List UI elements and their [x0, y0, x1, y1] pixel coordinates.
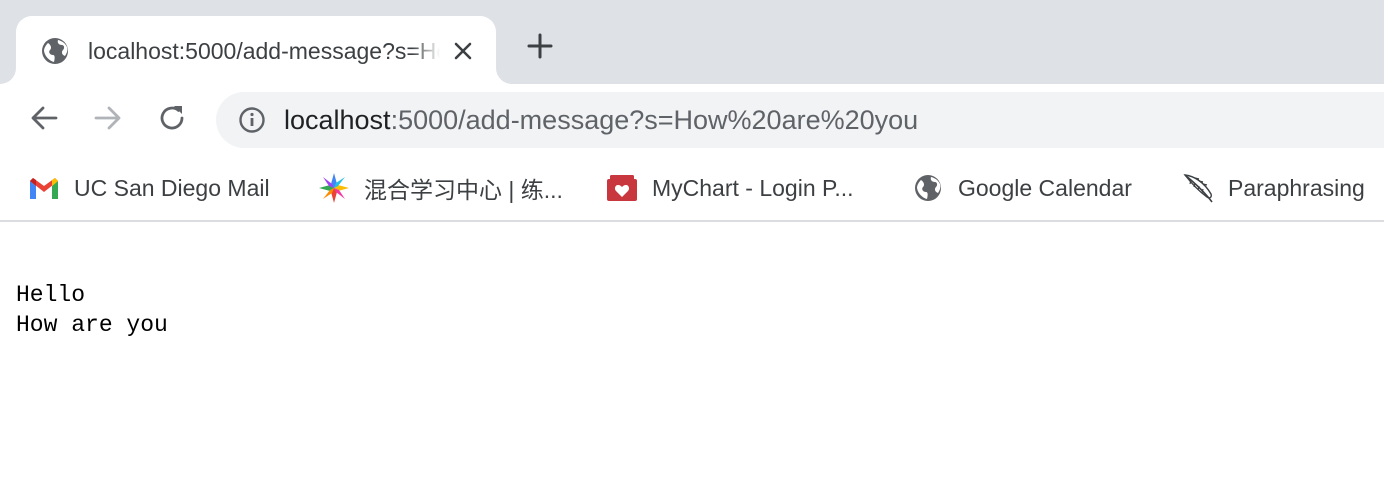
message-line: How are you — [16, 312, 168, 338]
address-bar[interactable]: localhost:5000/add-message?s=How%20are%2… — [216, 92, 1384, 148]
bookmark-label: UC San Diego Mail — [74, 174, 270, 201]
tab-strip: localhost:5000/add-message?s=How%20are%2… — [0, 0, 1384, 84]
bookmarks-bar: UC San Diego Mail 混合学习中心 | 练... MyChart … — [0, 154, 1384, 222]
new-tab-button[interactable] — [522, 30, 558, 66]
bookmark-label: MyChart - Login P... — [652, 174, 854, 201]
feather-icon — [1182, 172, 1214, 204]
reload-button[interactable] — [154, 102, 190, 138]
back-button[interactable] — [26, 102, 62, 138]
bookmark-google-calendar[interactable]: Google Calendar — [912, 170, 1132, 206]
url-text[interactable]: localhost:5000/add-message?s=How%20are%2… — [284, 102, 918, 138]
globe-icon — [40, 36, 70, 66]
gmail-icon — [28, 172, 60, 204]
arrow-left-icon — [28, 102, 60, 139]
page-content: Hello How are you — [16, 280, 168, 340]
close-icon[interactable] — [450, 38, 476, 64]
globe-icon — [912, 172, 944, 204]
bookmark-learning-center[interactable]: 混合学习中心 | 练... — [318, 170, 563, 206]
info-icon[interactable] — [238, 106, 266, 134]
url-path: :5000/add-message?s=How%20are%20you — [390, 105, 919, 135]
url-host: localhost — [284, 105, 391, 135]
browser-tab[interactable]: localhost:5000/add-message?s=How%20are%2… — [16, 16, 496, 84]
tab-title: localhost:5000/add-message?s=How%20are%2… — [88, 38, 440, 64]
bookmark-label: Google Calendar — [958, 174, 1132, 201]
mychart-icon — [606, 172, 638, 204]
bookmark-label: 混合学习中心 | 练... — [364, 177, 563, 203]
bookmark-uc-san-diego-mail[interactable]: UC San Diego Mail — [28, 170, 270, 206]
bookmark-label: Paraphrasing — [1228, 174, 1365, 201]
bookmark-paraphrasing[interactable]: Paraphrasing — [1182, 170, 1365, 206]
plus-icon — [527, 33, 553, 64]
message-line: Hello — [16, 282, 86, 308]
arrow-right-icon — [92, 102, 124, 139]
navigation-toolbar: localhost:5000/add-message?s=How%20are%2… — [0, 84, 1384, 154]
star-burst-icon — [318, 172, 350, 204]
reload-icon — [156, 102, 188, 139]
forward-button[interactable] — [90, 102, 126, 138]
bookmark-mychart[interactable]: MyChart - Login P... — [606, 170, 854, 206]
